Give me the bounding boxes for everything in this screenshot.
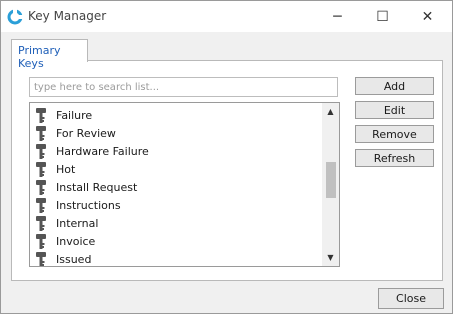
list-item[interactable]: Failure: [30, 107, 322, 125]
list-item-label: Hardware Failure: [56, 145, 149, 158]
key-icon: [36, 180, 46, 195]
list-item-label: Hot: [56, 163, 76, 176]
list-item[interactable]: Install Request: [30, 179, 322, 197]
key-icon: [36, 108, 46, 123]
scroll-thumb[interactable]: [326, 162, 336, 198]
title-bar: Key Manager ─ ☐ ✕: [1, 1, 452, 32]
key-icon: [36, 144, 46, 159]
tab-primary-keys-label: Primary Keys: [18, 44, 61, 70]
add-button[interactable]: Add: [355, 77, 434, 95]
list-item-label: Invoice: [56, 235, 96, 248]
list-item[interactable]: Hot: [30, 161, 322, 179]
search-input[interactable]: [29, 77, 338, 97]
keys-list[interactable]: Failure For Review Hardware Failure Hot Inst…: [29, 102, 340, 267]
list-item-label: For Review: [56, 127, 116, 140]
key-manager-window: Key Manager ─ ☐ ✕ Primary Keys Failure Fo…: [0, 0, 453, 314]
edit-button[interactable]: Edit: [355, 101, 434, 119]
refresh-button[interactable]: Refresh: [355, 149, 434, 167]
list-item[interactable]: Internal: [30, 215, 322, 233]
list-item[interactable]: For Review: [30, 125, 322, 143]
key-manager-logo-icon: [7, 9, 23, 25]
key-icon: [36, 126, 46, 141]
key-icon: [36, 198, 46, 213]
remove-button[interactable]: Remove: [355, 125, 434, 143]
list-item-label: Internal: [56, 217, 99, 230]
list-item[interactable]: Hardware Failure: [30, 143, 322, 161]
key-icon: [36, 234, 46, 249]
minimize-button[interactable]: ─: [315, 1, 360, 32]
list-item-label: Issued: [56, 253, 92, 266]
list-item-label: Install Request: [56, 181, 138, 194]
list-scrollbar[interactable]: ▲ ▼: [322, 103, 339, 266]
list-item[interactable]: Invoice: [30, 233, 322, 251]
list-item[interactable]: Instructions: [30, 197, 322, 215]
tab-primary-keys[interactable]: Primary Keys: [11, 39, 88, 70]
scroll-down-arrow-icon[interactable]: ▼: [322, 249, 339, 266]
maximize-button[interactable]: ☐: [360, 1, 405, 32]
key-icon: [36, 252, 46, 266]
key-icon: [36, 162, 46, 177]
maximize-icon: ☐: [376, 8, 389, 25]
scroll-up-arrow-icon[interactable]: ▲: [322, 103, 339, 120]
minimize-icon: ─: [333, 8, 342, 25]
window-title: Key Manager: [28, 9, 107, 23]
primary-keys-panel: Failure For Review Hardware Failure Hot Inst…: [11, 60, 443, 281]
list-item-label: Failure: [56, 109, 93, 122]
list-item-label: Instructions: [56, 199, 121, 212]
key-icon: [36, 216, 46, 231]
list-item[interactable]: Issued: [30, 251, 322, 266]
close-icon: ✕: [421, 8, 434, 25]
close-button[interactable]: Close: [378, 288, 444, 309]
close-window-button[interactable]: ✕: [405, 1, 450, 32]
